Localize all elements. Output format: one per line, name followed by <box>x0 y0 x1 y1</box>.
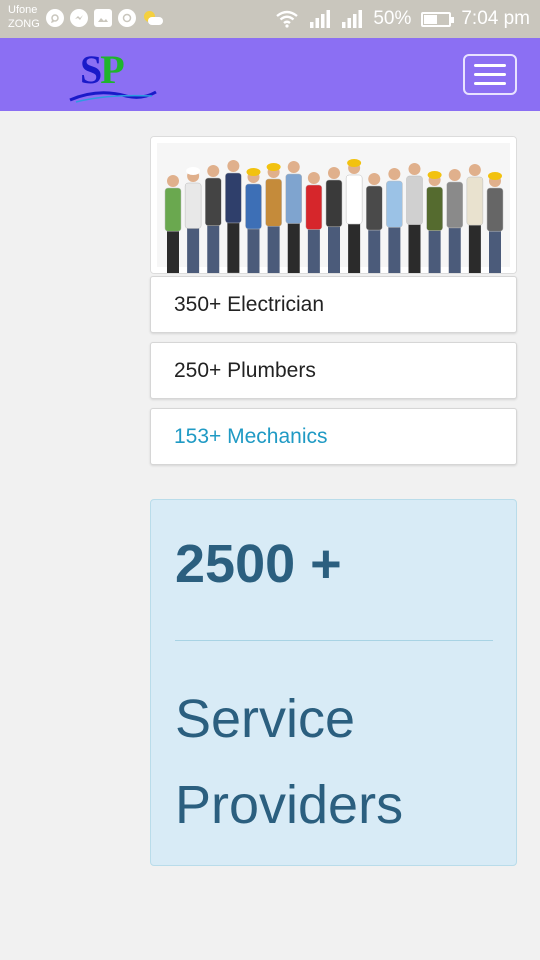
navbar: SP <box>0 38 540 111</box>
status-bar: Ufone ZONG 50% 7:04 pm <box>0 0 540 38</box>
worker-figure <box>466 164 484 273</box>
worker-figure <box>184 167 202 273</box>
worker-figure <box>205 165 222 273</box>
clock: 7:04 pm <box>461 8 530 29</box>
status-right: 50% 7:04 pm <box>275 8 530 30</box>
worker-figure <box>325 167 343 273</box>
category-item-plumbers[interactable]: 250+ Plumbers <box>150 342 517 399</box>
weather-icon <box>142 9 164 27</box>
battery-icon <box>421 11 455 27</box>
workers-group-image <box>151 137 516 273</box>
messenger-icon <box>70 9 88 27</box>
battery-level <box>424 14 438 24</box>
site-logo[interactable]: SP <box>68 46 158 103</box>
carrier-info: Ufone ZONG <box>8 3 40 31</box>
notification-icons <box>46 9 164 27</box>
worker-figure <box>345 159 363 273</box>
category-item-mechanics[interactable]: 153+ Mechanics <box>150 408 517 465</box>
stat-label-line-1: Service <box>175 689 356 749</box>
stat-label: Service Providers <box>175 676 403 848</box>
gallery-icon <box>94 9 112 27</box>
worker-figure <box>164 175 182 273</box>
carrier-2: ZONG <box>8 18 40 30</box>
battery-percent: 50% <box>373 8 412 29</box>
whatsapp-icon <box>46 9 64 27</box>
worker-figure <box>285 161 302 273</box>
stat-divider <box>175 640 493 641</box>
worker-figure <box>225 160 242 273</box>
worker-figure <box>305 172 323 273</box>
sync-icon <box>118 9 136 27</box>
worker-figure <box>265 163 282 273</box>
hamburger-bar <box>474 73 506 76</box>
worker-figure <box>406 163 423 273</box>
wifi-icon <box>276 10 299 28</box>
signal-icon <box>342 10 363 28</box>
hamburger-bar <box>474 82 506 85</box>
worker-figure <box>446 169 463 273</box>
hamburger-menu-icon[interactable] <box>463 54 517 95</box>
signal-icon <box>310 10 331 28</box>
category-item-electrician[interactable]: 350+ Electrician <box>150 276 517 333</box>
worker-figure <box>366 173 383 273</box>
stat-label-line-2: Providers <box>175 775 404 835</box>
carrier-1: Ufone <box>8 4 38 16</box>
stat-number: 2500 + <box>175 534 342 594</box>
worker-figure <box>386 168 403 273</box>
workers-image-card <box>150 136 517 274</box>
hamburger-bar <box>474 64 506 67</box>
logo-swoosh-icon <box>69 90 157 103</box>
service-providers-stat-panel: 2500 + Service Providers <box>150 499 517 866</box>
